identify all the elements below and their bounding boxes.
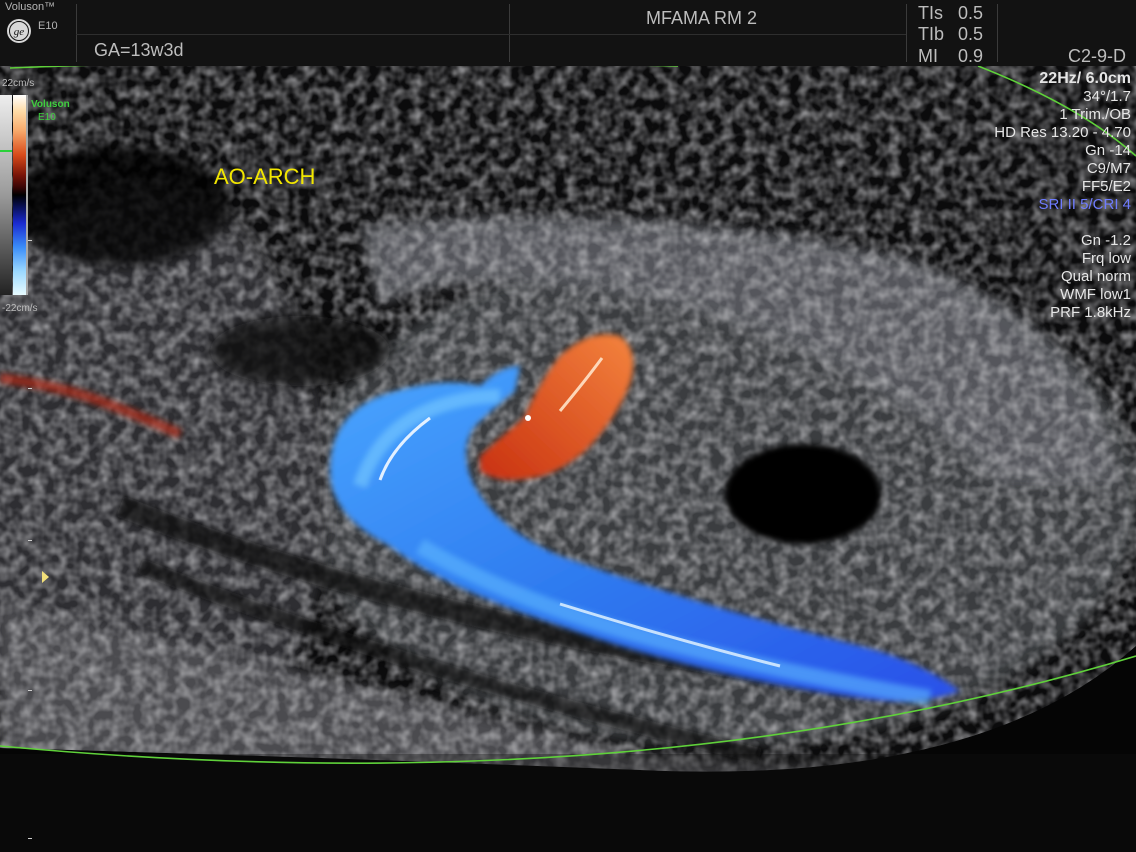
index-value-mi: 0.9 bbox=[958, 46, 984, 66]
depth-tick bbox=[28, 388, 32, 389]
mini-brand-line2: E10 bbox=[38, 112, 56, 123]
param-gain: Gn -14 bbox=[1085, 142, 1131, 159]
param-sri: SRI II 5/CRI 4 bbox=[1038, 196, 1131, 213]
param-filter: FF5/E2 bbox=[1081, 178, 1131, 195]
ultrasound-scan bbox=[0, 66, 1136, 852]
param-frame-depth: 22Hz/ 6.0cm bbox=[1039, 70, 1131, 87]
param-spacer bbox=[994, 214, 1131, 232]
grayscale-bar bbox=[0, 95, 12, 295]
parameters-panel: 22Hz/ 6.0cm 34°/1.7 1 Trim./OB HD Res 13… bbox=[994, 70, 1131, 322]
colorscale-bottom-label: -22cm/s bbox=[2, 303, 38, 314]
param-frequency: Frq low bbox=[1081, 250, 1131, 267]
param-quality: Qual norm bbox=[1060, 268, 1131, 285]
gestational-age: GA=13w3d bbox=[94, 40, 184, 60]
header-divider bbox=[997, 4, 998, 62]
session-name: MFAMA RM 2 bbox=[646, 8, 758, 28]
brand-name: Voluson™ bbox=[5, 1, 56, 13]
mini-brand-line1: Voluson bbox=[31, 99, 70, 110]
probe-name: C2-9-D bbox=[1068, 46, 1127, 66]
index-label-tis: TIs bbox=[918, 3, 943, 23]
index-label-tib: TIb bbox=[918, 24, 945, 44]
colorbar-baseline-marker bbox=[0, 150, 12, 152]
header-divider bbox=[906, 4, 907, 62]
index-value-tib: 0.5 bbox=[958, 24, 984, 44]
header-bar: Voluson™ ge E10 GA=13w3d MFAMA RM 2 TIs … bbox=[0, 0, 1136, 66]
header-divider bbox=[76, 4, 77, 62]
param-angle: 34°/1.7 bbox=[1083, 88, 1131, 105]
header-divider bbox=[509, 4, 510, 62]
param-prf: PRF 1.8kHz bbox=[1050, 304, 1131, 321]
color-velocity-bar bbox=[13, 95, 26, 295]
annotation-label[interactable]: AO-ARCH bbox=[214, 164, 315, 190]
ge-logo-icon: ge bbox=[7, 19, 31, 43]
index-label-mi: MI bbox=[918, 46, 938, 66]
ultrasound-screen: Voluson™ ge E10 GA=13w3d MFAMA RM 2 TIs … bbox=[0, 0, 1136, 852]
depth-tick bbox=[28, 540, 32, 541]
param-color-gain: Gn -1.2 bbox=[1080, 232, 1131, 249]
colorbar-frame bbox=[26, 95, 28, 295]
depth-tick bbox=[28, 690, 32, 691]
depth-tick bbox=[28, 838, 32, 839]
param-map: C9/M7 bbox=[1086, 160, 1131, 177]
index-value-tis: 0.5 bbox=[958, 3, 984, 23]
focus-marker-icon[interactable] bbox=[42, 571, 49, 583]
brand-model: E10 bbox=[38, 20, 58, 32]
mini-brand: Voluson E10 bbox=[31, 98, 70, 124]
param-wmf: WMF low1 bbox=[1060, 286, 1131, 303]
header-rule bbox=[76, 34, 906, 35]
param-hd-res: HD Res 13.20 - 4.70 bbox=[994, 124, 1131, 141]
colorscale-top-label: 22cm/s bbox=[2, 78, 35, 89]
depth-tick bbox=[28, 240, 32, 241]
ultrasound-image[interactable] bbox=[0, 66, 1136, 852]
svg-text:ge: ge bbox=[14, 26, 25, 38]
param-preset: 1 Trim./OB bbox=[1059, 106, 1131, 123]
